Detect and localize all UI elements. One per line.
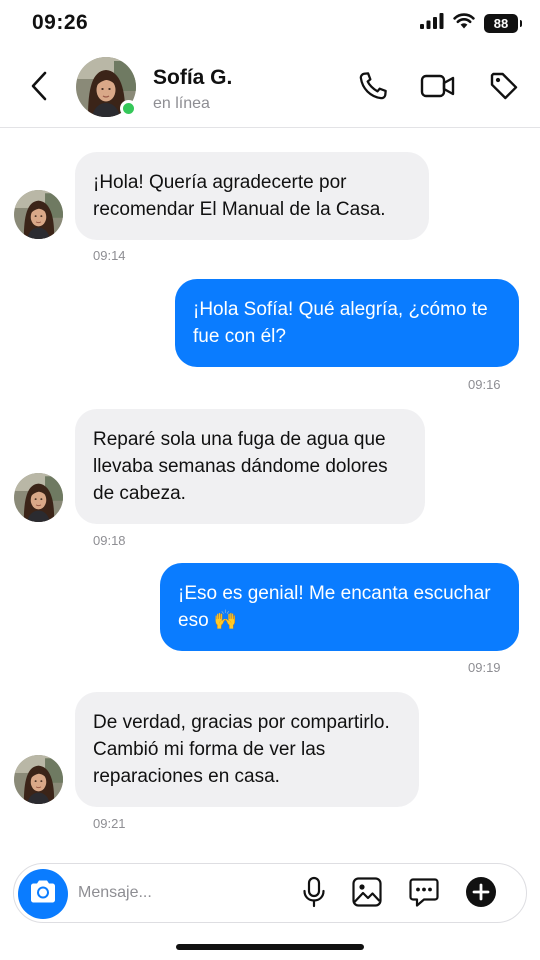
home-indicator[interactable] [176,944,364,950]
message-timestamp: 09:16 [468,377,501,392]
chat-header: Sofía G. en línea [0,48,540,128]
contact-name[interactable]: Sofía G. [153,66,232,90]
message-timestamp: 09:18 [93,533,126,548]
sender-avatar[interactable] [14,190,63,239]
sticker-button[interactable] [406,876,442,912]
sender-avatar[interactable] [14,755,63,804]
message-input[interactable] [78,878,288,908]
gallery-button[interactable] [349,876,385,912]
message-timestamp: 09:14 [93,248,126,263]
camera-icon [28,879,58,910]
message-composer [13,863,527,923]
message-bubble-incoming[interactable]: Reparé sola una fuga de agua que llevaba… [75,409,425,524]
message-bubble-incoming[interactable]: De verdad, gracias por compartirlo. Camb… [75,692,419,807]
signal-icon [420,13,444,34]
video-call-button[interactable] [420,70,456,106]
status-icons: 88 [420,13,522,34]
call-button[interactable] [355,70,391,106]
message-bubble-incoming[interactable]: ¡Hola! Quería agradecerte por recomendar… [75,152,429,240]
status-time: 09:26 [32,11,89,34]
chat-bubble-icon [408,876,440,913]
image-icon [351,876,383,913]
message-timestamp: 09:21 [93,816,126,831]
video-camera-icon [420,72,456,105]
voice-message-button[interactable] [296,876,332,912]
status-bar: 09:26 88 [0,0,540,48]
label-button[interactable] [486,70,522,106]
tag-icon [488,70,520,107]
plus-circle-icon [465,876,497,913]
battery-indicator: 88 [484,14,522,33]
sender-avatar[interactable] [14,473,63,522]
message-bubble-outgoing[interactable]: ¡Eso es genial! Me encanta escuchar eso … [160,563,519,651]
microphone-icon [300,876,328,913]
contact-status: en línea [153,95,210,112]
online-indicator [120,100,137,117]
back-button[interactable] [24,70,54,106]
message-bubble-outgoing[interactable]: ¡Hola Sofía! Qué alegría, ¿cómo te fue c… [175,279,519,367]
message-timestamp: 09:19 [468,660,501,675]
camera-button[interactable] [18,869,68,919]
wifi-icon [453,13,475,34]
chevron-left-icon [30,71,48,106]
more-options-button[interactable] [463,876,499,912]
phone-icon [357,70,389,107]
